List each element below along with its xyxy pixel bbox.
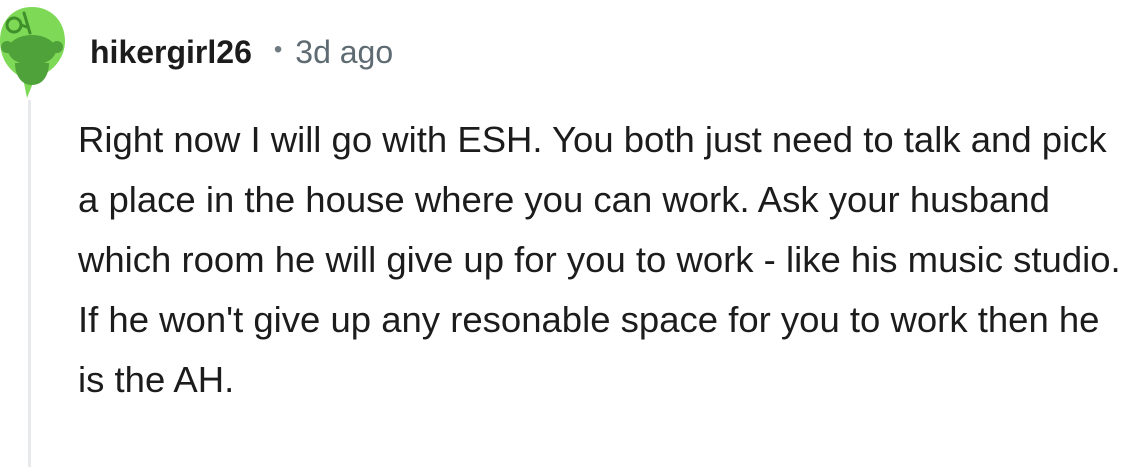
thread-line[interactable] (28, 100, 31, 467)
comment-meta: hikergirl26 • 3d ago (90, 30, 393, 74)
snoo-avatar-icon[interactable] (0, 3, 67, 99)
comment: hikergirl26 • 3d ago Right now I will go… (0, 0, 1140, 467)
separator-dot: • (273, 36, 283, 63)
username-link[interactable]: hikergirl26 (90, 34, 252, 71)
comment-timestamp[interactable]: 3d ago (295, 34, 393, 71)
comment-body: Right now I will go with ESH. You both j… (78, 119, 1121, 400)
